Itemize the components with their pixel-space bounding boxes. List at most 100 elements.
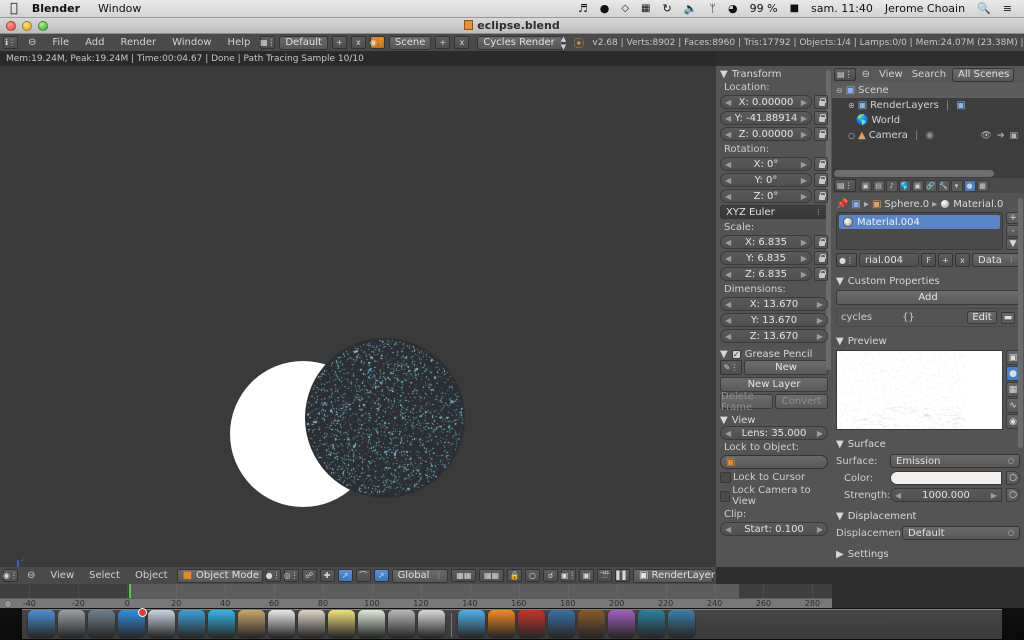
utility-icon[interactable] xyxy=(668,610,695,637)
material-tab-icon[interactable]: ● xyxy=(963,179,976,192)
object-data-tab-icon[interactable]: ▾ xyxy=(950,179,963,192)
decrement-arrow-icon[interactable]: ◀ xyxy=(725,192,731,201)
dimensions-x-row[interactable]: ◀ X: 13.670 ▶ xyxy=(720,297,828,311)
camera-render-icon[interactable]: ▣ xyxy=(1009,131,1018,141)
displacement-panel-header[interactable]: ▼ Displacement xyxy=(836,511,1020,522)
eye-icon[interactable]: 👁 xyxy=(981,131,992,141)
increment-arrow-icon[interactable]: ▶ xyxy=(817,525,823,534)
outliner-menu-search[interactable]: Search xyxy=(909,69,949,80)
location-z-row[interactable]: ◀ Z: 0.00000 ▶ xyxy=(720,127,828,141)
location-y-row[interactable]: ◀ Y: -41.88914 ▶ xyxy=(720,111,828,125)
iphoto-icon[interactable] xyxy=(608,610,635,637)
breadcrumb-object[interactable]: Sphere.0 xyxy=(884,199,929,210)
menu-help[interactable]: Help xyxy=(222,37,257,48)
timemachine-icon[interactable]: ↻ xyxy=(662,2,671,15)
lock-icon[interactable] xyxy=(814,251,828,265)
imovie-icon[interactable] xyxy=(548,610,575,637)
transform-panel-header[interactable]: ▼ Transform xyxy=(720,69,828,80)
decrement-arrow-icon[interactable]: ◀ xyxy=(895,491,901,500)
decrement-arrow-icon[interactable]: ◀ xyxy=(725,130,731,139)
lock-to-cursor-row[interactable]: Lock to Cursor xyxy=(720,472,828,483)
delete-scene-button[interactable]: x xyxy=(454,36,470,49)
rotation-mode-dropdown[interactable]: XYZ Euler ⋮ xyxy=(720,205,828,219)
dimensions-z-row[interactable]: ◀ Z: 13.670 ▶ xyxy=(720,329,828,343)
dimensions-x-field[interactable]: ◀ X: 13.670 ▶ xyxy=(720,297,828,311)
outliner-row-camera[interactable]: ○ ▲ Camera | ◉ 👁 ➔ ▣ xyxy=(832,128,1024,143)
increment-arrow-icon[interactable]: ▶ xyxy=(991,491,997,500)
material-link-dropdown[interactable]: Data ⋮ xyxy=(972,253,1020,267)
location-z-field[interactable]: ◀ Z: 0.00000 ▶ xyxy=(720,127,812,141)
emission-color-swatch[interactable] xyxy=(890,471,1002,485)
rotation-y-field[interactable]: ◀ Y: 0° ▶ xyxy=(720,173,812,187)
render-image-icon[interactable]: ▣ xyxy=(579,569,594,582)
new-material-button[interactable]: + xyxy=(938,253,953,267)
transform-translate-icon[interactable]: ✚ xyxy=(319,569,335,582)
scale-x-field[interactable]: ◀ X: 6.835 ▶ xyxy=(720,235,812,249)
outliner-row-world[interactable]: 🌎 World xyxy=(832,113,1024,128)
interaction-mode-dropdown[interactable]: ■ Object Mode ⋮ xyxy=(176,568,272,583)
volume-icon[interactable]: 🔈 xyxy=(684,2,698,15)
expand-toggle-icon[interactable]: ○ xyxy=(848,131,855,140)
scale-y-field[interactable]: ◀ Y: 6.835 ▶ xyxy=(720,251,812,265)
search-icon[interactable]: 🔍 xyxy=(977,2,991,15)
dimensions-z-field[interactable]: ◀ Z: 13.670 ▶ xyxy=(720,329,828,343)
maps-icon[interactable] xyxy=(358,610,385,637)
preview-icon[interactable] xyxy=(148,610,175,637)
lock-icon[interactable] xyxy=(814,157,828,171)
material-browse-icon[interactable]: ●⋮ xyxy=(836,253,857,267)
pivot-point-icon[interactable]: ◎⋮ xyxy=(283,569,299,582)
rotation-x-row[interactable]: ◀ X: 0° ▶ xyxy=(720,157,828,171)
render-layers-tab-icon[interactable]: ▤ xyxy=(872,179,885,192)
manipulator-toggle-icon[interactable]: ↗ xyxy=(373,569,389,582)
fake-user-button[interactable]: F xyxy=(921,253,936,267)
render-animation-icon[interactable]: 🎬 xyxy=(597,569,612,582)
3d-viewport[interactable]: z x y (1) Sphere.001 xyxy=(0,66,716,567)
grease-pencil-brush-icon[interactable]: ✎⋮ xyxy=(720,360,742,375)
remove-icon[interactable]: ▬ xyxy=(1001,311,1015,324)
material-slot-row[interactable]: Material.004 xyxy=(839,215,1000,229)
viewport-menu-view[interactable]: View xyxy=(44,570,80,581)
lock-icon[interactable] xyxy=(814,173,828,187)
increment-arrow-icon[interactable]: ▶ xyxy=(817,429,823,438)
contacts-icon[interactable] xyxy=(238,610,265,637)
collapse-menu-icon[interactable]: ⊖ xyxy=(859,69,873,80)
pin-icon[interactable]: 📌 xyxy=(836,199,848,210)
location-x-row[interactable]: ◀ X: 0.00000 ▶ xyxy=(720,95,828,109)
increment-arrow-icon[interactable]: ▶ xyxy=(817,300,823,309)
dimensions-y-row[interactable]: ◀ Y: 13.670 ▶ xyxy=(720,313,828,327)
increment-arrow-icon[interactable]: ▶ xyxy=(801,114,807,123)
mac-menu-window[interactable]: Window xyxy=(98,2,141,15)
calendar-icon[interactable] xyxy=(268,610,295,637)
scale-y-row[interactable]: ◀ Y: 6.835 ▶ xyxy=(720,251,828,265)
viewport-menu-object[interactable]: Object xyxy=(129,570,174,581)
reminders-icon[interactable] xyxy=(298,610,325,637)
info-editor-icon[interactable]: ℹ⋮ xyxy=(3,36,18,49)
displacement-dropdown[interactable]: Default ○ xyxy=(902,526,1020,540)
scale-x-row[interactable]: ◀ X: 6.835 ▶ xyxy=(720,235,828,249)
collapse-menu-icon[interactable]: ⊖ xyxy=(22,37,42,48)
properties-editor-icon[interactable]: ▤⋮ xyxy=(834,179,856,192)
view-panel-header[interactable]: ▼ View xyxy=(720,415,828,426)
settings-panel-header[interactable]: ▶ Settings xyxy=(836,549,1020,560)
increment-arrow-icon[interactable]: ▶ xyxy=(801,238,807,247)
expand-toggle-icon[interactable]: ⊕ xyxy=(848,101,855,110)
strength-field[interactable]: ◀ 1000.000 ▶ xyxy=(890,488,1002,502)
lock-to-cursor-checkbox[interactable] xyxy=(720,472,731,483)
camera-data-icon[interactable]: ◉ xyxy=(925,130,934,141)
outliner-editor[interactable]: ▤⋮ ⊖ View Search All Scenes ⊖ ▣ Scene ⊕ … xyxy=(832,66,1024,178)
lock-icon[interactable] xyxy=(814,111,828,125)
screen-layout-dropdown[interactable]: Default xyxy=(279,35,328,50)
add-custom-property-button[interactable]: Add xyxy=(836,290,1020,305)
snap-target-icon[interactable]: ☌ xyxy=(543,569,558,582)
mission-control-icon[interactable] xyxy=(88,610,115,637)
dashboard-icon[interactable] xyxy=(58,610,85,637)
location-x-field[interactable]: ◀ X: 0.00000 ▶ xyxy=(720,95,812,109)
scale-z-row[interactable]: ◀ Z: 6.835 ▶ xyxy=(720,267,828,281)
itunes-icon[interactable] xyxy=(458,610,485,637)
scene-layers-second-icon[interactable]: ▦▦ xyxy=(479,569,504,582)
increment-arrow-icon[interactable]: ▶ xyxy=(801,254,807,263)
increment-arrow-icon[interactable]: ▶ xyxy=(801,98,807,107)
dimensions-y-field[interactable]: ◀ Y: 13.670 ▶ xyxy=(720,313,828,327)
photos-icon[interactable] xyxy=(418,610,445,637)
lock-icon[interactable] xyxy=(814,189,828,203)
